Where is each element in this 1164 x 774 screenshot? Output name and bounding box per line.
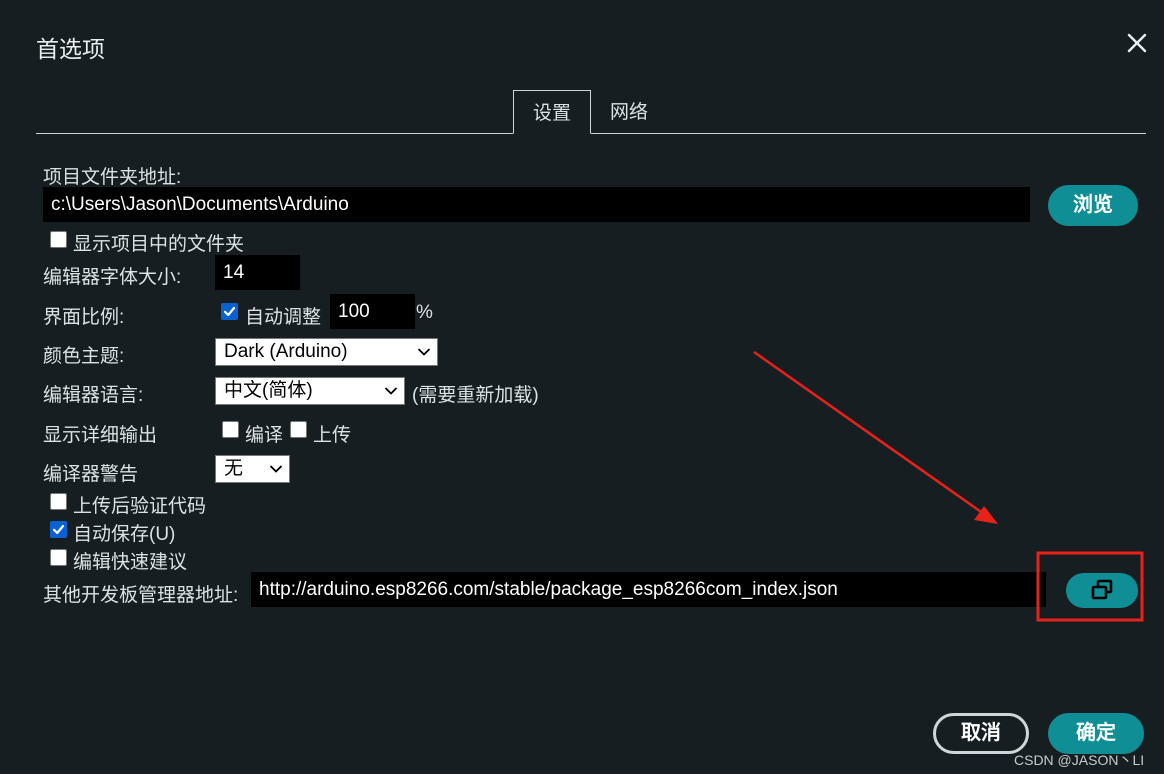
annotation-overlay xyxy=(753,350,1144,622)
annotation-box xyxy=(1036,551,1144,622)
annotation-arrow xyxy=(753,350,985,516)
watermark: CSDN @JASON丶LI xyxy=(1014,752,1145,768)
cancel-button[interactable]: 取消 xyxy=(933,713,1029,754)
ok-button[interactable]: 确定 xyxy=(1048,713,1144,754)
